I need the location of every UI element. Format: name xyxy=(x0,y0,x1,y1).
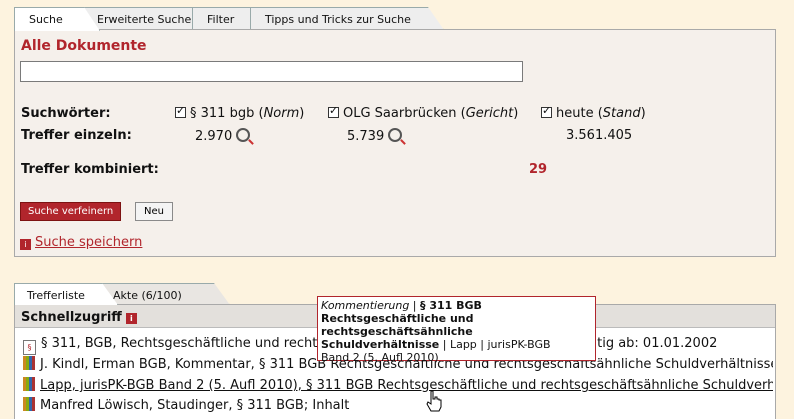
suchwoerter-label: Suchwörter: xyxy=(21,106,111,121)
term-gericht-checkbox[interactable] xyxy=(328,104,339,118)
hand-cursor-icon xyxy=(426,390,442,412)
save-search-link[interactable]: Suche speichern xyxy=(35,235,142,250)
magnify-icon[interactable] xyxy=(236,128,251,142)
refine-search-button[interactable]: Suche verfeinern xyxy=(20,202,122,221)
save-search: i Suche speichern xyxy=(20,235,142,250)
count-stand: 3.561.405 xyxy=(566,128,633,143)
count-norm: 2.970 xyxy=(195,128,251,144)
books-icon xyxy=(23,397,35,411)
term-stand-checkbox[interactable] xyxy=(541,104,552,118)
books-icon xyxy=(23,356,35,370)
result-tabs: Trefferliste Akte (6/100) xyxy=(14,283,314,305)
info-icon: i xyxy=(20,239,31,250)
tab-akte[interactable]: Akte (6/100) xyxy=(100,283,230,305)
term-norm-checkbox[interactable] xyxy=(175,104,186,118)
term-gericht: OLG Saarbrücken (Gericht) xyxy=(328,104,518,121)
tooltip: Kommentierung | § 311 BGB Rechtsgeschäft… xyxy=(317,296,596,364)
search-input[interactable] xyxy=(20,61,523,82)
paragraph-icon: § xyxy=(23,340,36,355)
books-icon xyxy=(23,377,35,391)
term-norm: § 311 bgb (Norm) xyxy=(175,104,304,121)
new-button[interactable]: Neu xyxy=(135,202,173,221)
term-stand: heute (Stand) xyxy=(541,104,646,121)
search-tabs: Suche Erweiterte Suche Filter Tipps und … xyxy=(14,7,774,30)
tab-erweiterte-suche[interactable]: Erweiterte Suche xyxy=(82,7,208,30)
tab-tipps[interactable]: Tipps und Tricks zur Suche xyxy=(250,7,444,30)
count-gericht: 5.739 xyxy=(347,128,403,144)
search-panel: Alle Dokumente Suchwörter: Treffer einze… xyxy=(14,29,776,257)
info-icon: i xyxy=(125,313,137,324)
treffer-einzeln-label: Treffer einzeln: xyxy=(21,128,132,143)
treffer-kombiniert-label: Treffer kombiniert: xyxy=(21,162,159,177)
tab-trefferliste[interactable]: Trefferliste xyxy=(14,283,118,305)
list-item[interactable]: Lapp, jurisPK-BGB Band 2 (5. Aufl 2010),… xyxy=(23,377,773,393)
page-title: Alle Dokumente xyxy=(21,38,147,54)
combined-count: 29 xyxy=(529,162,548,177)
magnify-icon[interactable] xyxy=(388,128,403,142)
list-item[interactable]: Manfred Löwisch, Staudinger, § 311 BGB; … xyxy=(23,397,773,413)
